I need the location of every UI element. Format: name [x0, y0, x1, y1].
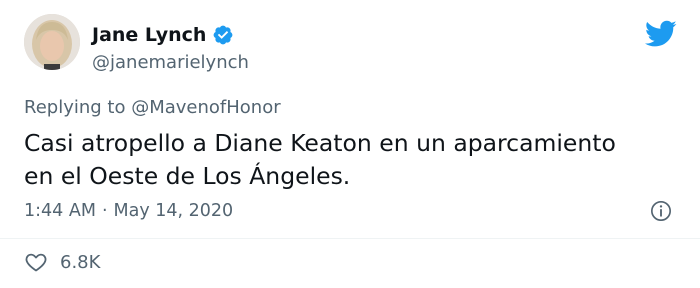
avatar[interactable] [24, 14, 80, 70]
heart-icon[interactable] [24, 250, 48, 274]
like-button[interactable]: 6.8K [24, 250, 100, 274]
tweet-time[interactable]: 1:44 AM [24, 201, 96, 221]
info-icon[interactable] [650, 200, 672, 222]
tweet-card: Jane Lynch @janemarielynch Replying to @… [0, 0, 700, 288]
reply-prefix: Replying to [24, 97, 126, 118]
twitter-bird-icon[interactable] [645, 20, 677, 48]
reply-mention-link[interactable]: @MavenofHonor [131, 97, 280, 118]
tweet-text: Casi atropello a Diane Keaton en un apar… [24, 129, 616, 190]
tweet-timestamp[interactable]: 1:44 AM · May 14, 2020 [24, 201, 233, 221]
verified-badge-icon [214, 25, 233, 45]
like-count: 6.8K [60, 251, 101, 273]
display-name[interactable]: Jane Lynch [92, 24, 206, 46]
tweet-date[interactable]: May 14, 2020 [114, 201, 234, 221]
user-handle[interactable]: @janemarielynch [92, 52, 249, 73]
reply-context: Replying to @MavenofHonor [24, 97, 281, 118]
user-name-row[interactable]: Jane Lynch [92, 24, 234, 46]
avatar-image [24, 14, 80, 70]
timestamp-separator: · [101, 201, 108, 221]
divider [0, 238, 700, 239]
